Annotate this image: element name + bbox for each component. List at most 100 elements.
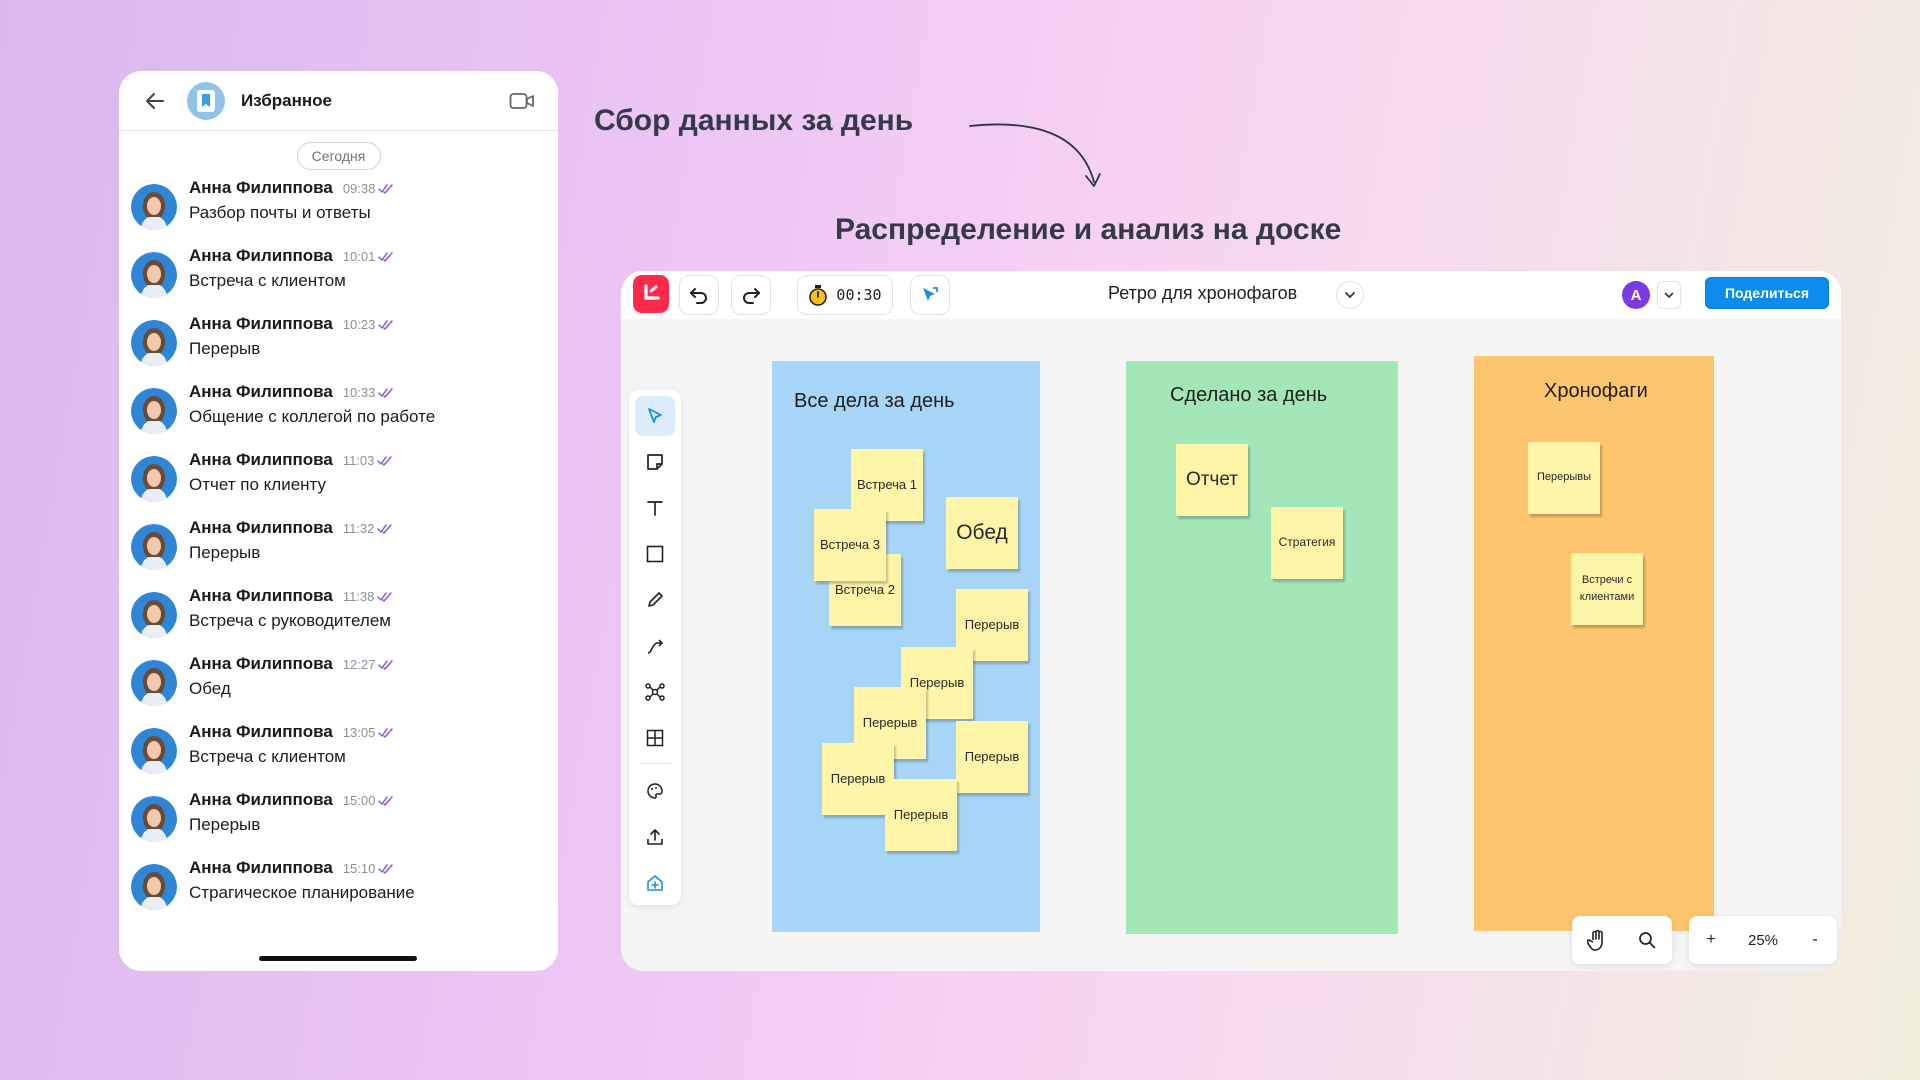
undo-button[interactable] [679,275,719,315]
tool-mindmap[interactable] [635,672,675,712]
message-item[interactable]: Анна Филиппова 11:32 Перерыв [119,518,558,586]
zoom-out-button[interactable]: - [1793,916,1837,964]
message-author: Анна Филиппова [189,858,333,877]
zoom-level[interactable]: 25% [1733,932,1793,949]
home-indicator [259,956,417,961]
tool-shape[interactable] [635,534,675,574]
message-item[interactable]: Анна Филиппова 13:05 Встреча с клиентом [119,722,558,790]
users-menu-button[interactable] [1657,281,1681,309]
pencil-icon [648,592,663,607]
column-title: Все дела за день [794,390,955,412]
message-item[interactable]: Анна Филиппова 11:38 Встреча с руководител… [119,586,558,654]
column-done[interactable]: Сделано за день Отчет Стратегия [1126,361,1398,934]
message-author: Анна Филиппова [189,382,333,401]
mindmap-icon [645,683,665,701]
tool-text[interactable] [635,488,675,528]
message-list: Анна Филиппова 09:38 Разбор почты и ответы… [119,178,558,926]
column-chronophages[interactable]: Хронофаги Перерывы Встречи с клиентами [1474,356,1714,931]
sticky-note[interactable]: Обед [946,497,1018,569]
sticky-note[interactable]: Встреча 3 [814,509,886,581]
double-check-icon [378,319,394,330]
tool-sticky[interactable] [635,442,675,482]
board-title: Ретро для хронофагов [1108,283,1298,303]
message-author: Анна Филиппова [189,314,333,333]
back-button[interactable] [139,85,171,117]
message-text: Обед [189,679,231,698]
pointer-icon [648,408,662,423]
message-item[interactable]: Анна Филиппова 15:00 Перерыв [119,790,558,858]
sticky-note[interactable]: Перерывы [1528,442,1600,514]
tool-stickers[interactable] [635,771,675,811]
add-template-icon [647,875,663,891]
message-time-text: 11:38 [342,589,375,604]
undo-icon [690,288,707,304]
app-logo[interactable] [633,275,669,313]
sticky-note[interactable]: Перерыв [822,743,894,815]
message-item[interactable]: Анна Филиппова 10:23 Перерыв [119,314,558,382]
message-text: Встреча с руководителем [189,611,391,630]
message-time: 10:23 [343,317,395,332]
double-check-icon [377,591,393,602]
author-avatar [131,524,177,570]
message-text: Перерыв [189,543,261,562]
message-time: 11:03 [343,453,394,468]
search-button[interactable] [1622,916,1672,964]
sticky-note-icon [647,454,663,470]
message-text: Отчет по клиенту [189,475,327,494]
message-body: Анна Филиппова 10:33 Общение с коллегой по… [189,382,435,427]
text-icon [647,501,663,516]
author-avatar [131,320,177,366]
message-body: Анна Филиппова 15:10 Страгическое планиров… [189,858,415,903]
message-body: Анна Филиппова 10:23 Перерыв [189,314,394,359]
timer-button[interactable]: 00:30 [797,275,893,315]
message-item[interactable]: Анна Филиппова 15:10 Страгическое планиров… [119,858,558,926]
message-item[interactable]: Анна Филиппова 10:33 Общение с коллегой по… [119,382,558,450]
arrow-left-icon [146,92,164,109]
tool-connector[interactable] [635,626,675,666]
curved-arrow-icon [969,123,1101,187]
tool-pen[interactable] [635,580,675,620]
favorites-avatar [187,81,225,120]
double-check-icon [378,795,394,806]
message-time: 15:00 [343,793,395,808]
message-time: 10:33 [343,385,395,400]
message-author: Анна Филиппова [189,722,333,741]
date-separator: Сегодня [296,142,381,170]
message-item[interactable]: Анна Филиппова 09:38 Разбор почты и ответы [119,178,558,246]
sticky-note[interactable]: Отчет [1176,444,1248,516]
sticky-note[interactable]: Стратегия [1271,507,1343,579]
tool-table[interactable] [635,718,675,758]
user-avatar[interactable]: А [1622,281,1650,309]
tool-select[interactable] [635,396,675,436]
message-body: Анна Филиппова 10:01 Встреча с клиентом [189,246,394,291]
follow-cursor-button[interactable] [910,275,950,315]
message-text: Разбор почты и ответы [189,203,371,222]
message-time: 11:32 [343,521,394,536]
tool-templates[interactable] [635,863,675,903]
table-icon [646,729,664,747]
timer-value: 00:30 [836,286,882,304]
message-item[interactable]: Анна Филиппова 10:01 Встреча с клиентом [119,246,558,314]
message-time-text: 09:38 [342,181,376,196]
message-item[interactable]: Анна Филиппова 12:27 Обед [119,654,558,722]
message-item[interactable]: Анна Филиппова 11:03 Отчет по клиенту [119,450,558,518]
tool-upload[interactable] [635,817,675,857]
sticky-note[interactable]: Перерыв [885,779,957,851]
sticky-note[interactable]: Перерыв [956,721,1028,793]
video-call-button[interactable] [506,85,538,117]
sticky-note[interactable]: Встречи с клиентами [1571,553,1643,625]
double-check-icon [378,659,394,670]
share-button[interactable]: Поделиться [1705,277,1829,309]
author-avatar [131,184,177,230]
message-time-text: 10:23 [342,317,376,332]
message-time-text: 10:33 [342,385,376,400]
search-icon [1639,932,1656,949]
zoom-in-button[interactable]: + [1689,916,1733,964]
hand-tool-button[interactable] [1572,916,1622,964]
board-topbar: 00:30 Ретро для хронофагов А Поделиться [621,271,1841,319]
bookmark-icon [197,89,215,112]
board-menu-button[interactable] [1336,281,1364,309]
column-all-tasks[interactable]: Все дела за день Встреча 2 Встреча 1 Вст… [772,361,1040,932]
stopwatch-icon [809,285,828,306]
redo-button[interactable] [731,275,771,315]
